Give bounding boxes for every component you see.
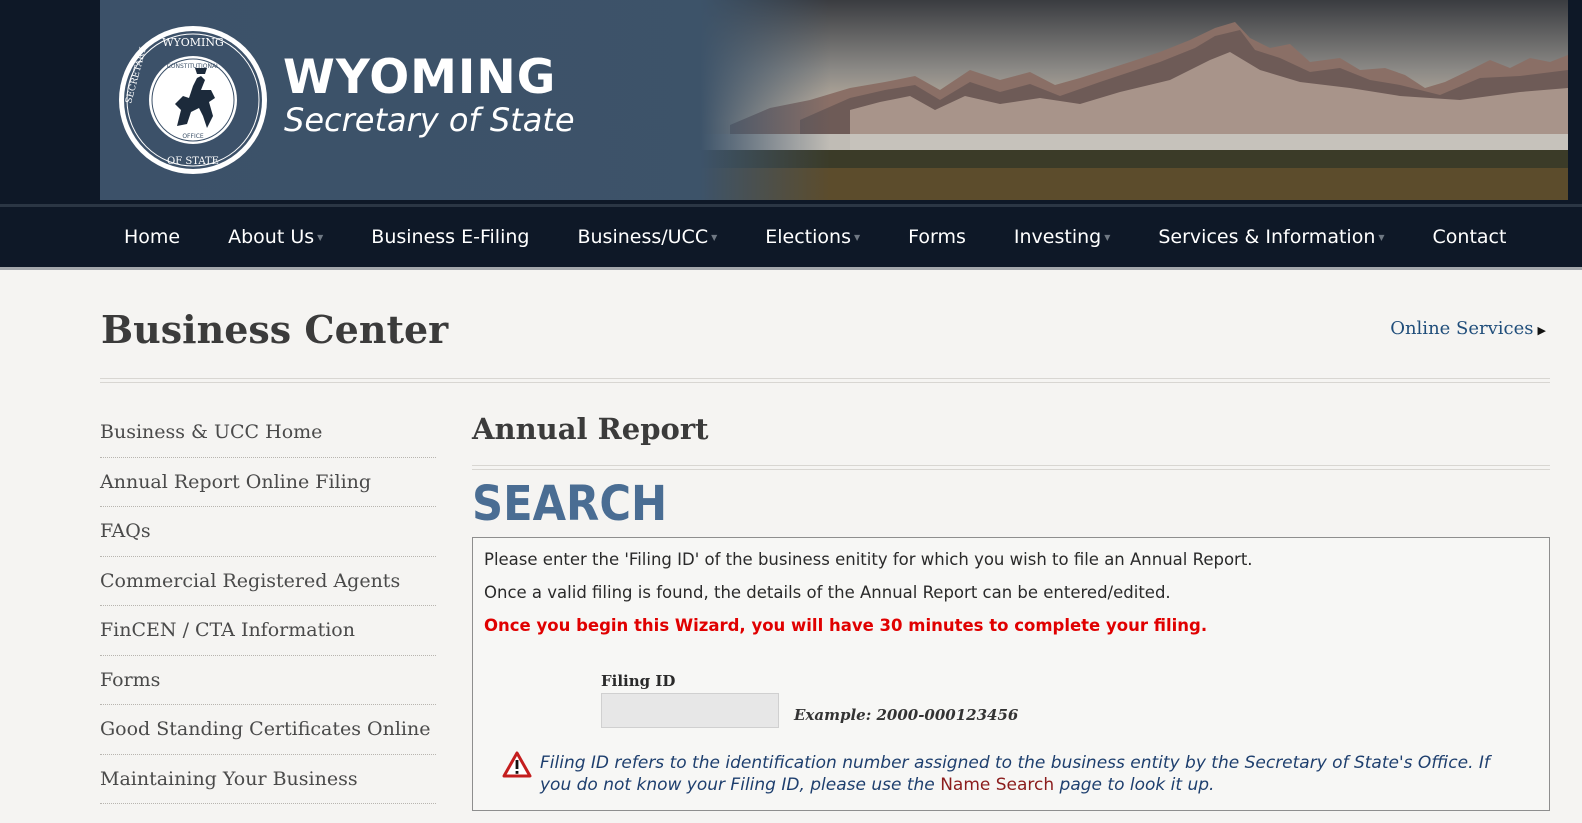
nav-item-business-e-filing[interactable]: Business E-Filing (347, 207, 553, 267)
nav-item-label[interactable]: Contact (1433, 226, 1507, 248)
time-limit-warning: Once you begin this Wizard, you will hav… (484, 616, 1208, 635)
filing-id-label: Filing ID (601, 672, 676, 690)
site-header: WYOMING CONSTITUTIONAL OF STATE OFFICE S… (0, 0, 1582, 204)
sidebar-item-maintaining-your-business[interactable]: Maintaining Your Business (100, 755, 436, 804)
nav-list: Home About Us ▼ Business E-Filing Business/U… (100, 207, 1530, 267)
sidebar-item-faqs[interactable]: FAQs (100, 507, 436, 557)
nav-item-contact[interactable]: Contact (1409, 207, 1531, 267)
filing-id-help-text: Filing ID refers to the identification n… (540, 752, 1500, 796)
main-navigation: Home About Us ▼ Business E-Filing Business/U… (0, 204, 1582, 270)
warning-triangle-icon (502, 751, 532, 778)
search-title: SEARCH (472, 476, 668, 532)
nav-item-label[interactable]: Investing (1014, 226, 1101, 248)
online-services-label[interactable]: Online Services (1390, 318, 1533, 339)
mountain-landscape-image (700, 0, 1568, 200)
nav-item-label[interactable]: Services & Information (1158, 226, 1375, 248)
nav-item-business-ucc[interactable]: Business/UCC ▼ (553, 207, 741, 267)
seal-text-office: OFFICE (182, 133, 204, 140)
nav-item-investing[interactable]: Investing ▼ (990, 207, 1134, 267)
dropdown-caret-icon: ▼ (317, 232, 324, 242)
name-search-link[interactable]: Name Search (940, 775, 1054, 795)
dropdown-caret-icon: ▼ (853, 232, 861, 242)
brand-subtitle[interactable]: Secretary of State (284, 101, 575, 139)
nav-item-label[interactable]: Home (124, 226, 180, 248)
seal-text-top: WYOMING (162, 36, 224, 49)
triangle-right-icon: ▶ (1537, 324, 1546, 337)
sidebar-item-good-standing-certificates-online[interactable]: Good Standing Certificates Online (100, 705, 436, 755)
sidebar-item-forms[interactable]: Forms (100, 656, 436, 705)
online-services-link[interactable]: Online Services ▶ (1390, 318, 1546, 339)
nav-item-label[interactable]: About Us (228, 226, 314, 248)
sidebar-item-commercial-registered-agents[interactable]: Commercial Registered Agents (100, 557, 436, 606)
nav-item-label[interactable]: Forms (908, 226, 966, 248)
sidebar-menu: Business & UCC Home Annual Report Online … (100, 408, 436, 804)
sidebar-item-annual-report-online-filing[interactable]: Annual Report Online Filing (100, 458, 436, 507)
filing-id-example: Example: 2000-000123456 (794, 706, 1019, 724)
instruction-text-2: Once a valid filing is found, the detail… (484, 583, 1171, 602)
filing-id-input[interactable] (601, 693, 779, 728)
nav-item-services-information[interactable]: Services & Information ▼ (1134, 207, 1408, 267)
nav-item-home[interactable]: Home (100, 207, 204, 267)
header-banner: WYOMING CONSTITUTIONAL OF STATE OFFICE S… (100, 0, 1568, 200)
nav-item-elections[interactable]: Elections ▼ (741, 207, 884, 267)
seal-text-bottom: OF STATE (167, 156, 219, 167)
divider (472, 465, 1550, 470)
brand-title[interactable]: WYOMING (283, 50, 556, 105)
cowboy-seal-icon: WYOMING CONSTITUTIONAL OF STATE OFFICE S… (119, 26, 267, 174)
sidebar-item-fincen-cta-information[interactable]: FinCEN / CTA Information (100, 606, 436, 656)
page-title: Business Center (101, 307, 449, 352)
nav-item-forms[interactable]: Forms (884, 207, 990, 267)
divider (100, 378, 1550, 383)
sidebar-item-business-ucc-home[interactable]: Business & UCC Home (100, 408, 436, 458)
nav-item-about-us[interactable]: About Us ▼ (204, 207, 347, 267)
search-panel: Please enter the 'Filing ID' of the busi… (472, 537, 1550, 811)
nav-item-label[interactable]: Business E-Filing (371, 226, 529, 248)
dropdown-caret-icon: ▼ (1378, 232, 1385, 242)
dropdown-caret-icon: ▼ (1104, 232, 1111, 242)
dropdown-caret-icon: ▼ (711, 232, 718, 242)
nav-item-label[interactable]: Elections (765, 226, 851, 248)
nav-item-label[interactable]: Business/UCC (577, 226, 708, 248)
section-heading: Annual Report (472, 412, 709, 446)
help-text-part-end: page to look it up. (1054, 775, 1215, 795)
seal-text-inner: CONSTITUTIONAL (167, 63, 220, 70)
instruction-text: Please enter the 'Filing ID' of the busi… (484, 550, 1253, 569)
